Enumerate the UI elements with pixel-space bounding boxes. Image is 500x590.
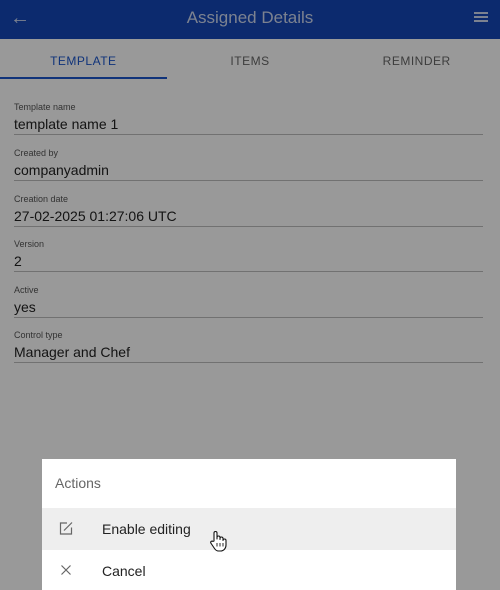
close-icon — [58, 562, 74, 578]
enable-editing-label: Enable editing — [102, 521, 191, 537]
edit-icon — [58, 520, 74, 536]
cancel-button[interactable]: Cancel — [42, 550, 456, 590]
cancel-label: Cancel — [102, 563, 146, 579]
hand-pointer-cursor-icon — [209, 530, 227, 552]
actions-sheet: Actions Enable editing Cancel — [42, 459, 456, 590]
actions-sheet-title: Actions — [55, 475, 101, 491]
enable-editing-button[interactable]: Enable editing — [42, 508, 456, 550]
